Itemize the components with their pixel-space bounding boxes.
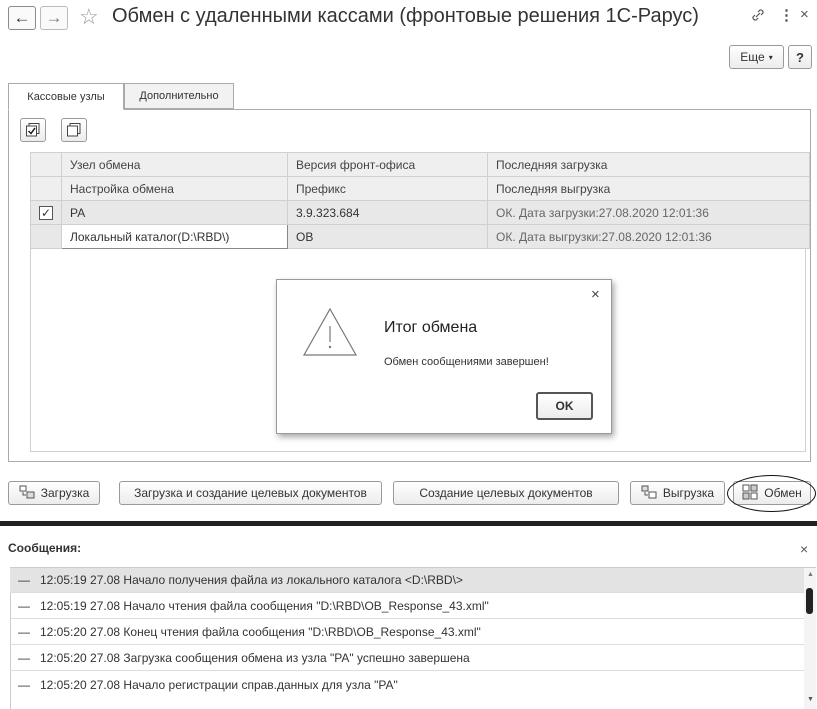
- back-button[interactable]: ←: [8, 6, 36, 30]
- table-header-row: Узел обмена Версия фронт-офиса Последняя…: [30, 152, 810, 177]
- table-row[interactable]: ✓ РА 3.9.323.684 ОК. Дата загрузки:27.08…: [30, 200, 810, 225]
- panel-divider[interactable]: [0, 521, 817, 526]
- message-item[interactable]: — 12:05:20 27.08 Начало регистрации справ…: [10, 672, 804, 697]
- tab-label: Кассовые узлы: [27, 90, 105, 103]
- message-text: 12:05:20 27.08 Конец чтения файла сообще…: [40, 625, 481, 639]
- node-setting-cell[interactable]: Локальный каталог(D:\RBD\): [61, 224, 288, 249]
- tab-label: Дополнительно: [139, 90, 219, 102]
- header-cell[interactable]: Префикс: [287, 176, 488, 201]
- message-text: 12:05:19 27.08 Начало чтения файла сообщ…: [40, 599, 489, 613]
- load-and-create-button[interactable]: Загрузка и создание целевых документов: [119, 481, 382, 505]
- unload-label: Выгрузка: [662, 486, 715, 500]
- check-all-icon: [26, 123, 40, 137]
- header-cell[interactable]: Версия фронт-офиса: [287, 152, 488, 177]
- row-checkbox-cell[interactable]: ✓: [30, 200, 62, 225]
- favorite-star-icon[interactable]: ☆: [79, 4, 99, 30]
- help-label: ?: [796, 49, 804, 65]
- load-button[interactable]: Загрузка: [8, 481, 100, 505]
- load-label: Загрузка: [40, 486, 90, 500]
- warning-icon: [301, 306, 359, 361]
- forward-button[interactable]: →: [40, 6, 68, 30]
- row-empty-cell: [30, 224, 62, 249]
- version-cell[interactable]: 3.9.323.684: [287, 200, 488, 225]
- window-title: Обмен с удаленными кассами (фронтовые ре…: [112, 5, 699, 27]
- status-cell[interactable]: ОК. Дата загрузки:27.08.2020 12:01:36: [487, 200, 810, 225]
- message-item[interactable]: — 12:05:19 27.08 Начало получения файла и…: [10, 568, 804, 593]
- create-documents-button[interactable]: Создание целевых документов: [393, 481, 619, 505]
- more-label: Еще: [740, 50, 765, 64]
- dialog-close-icon[interactable]: ×: [591, 286, 600, 303]
- header-cell[interactable]: Настройка обмена: [61, 176, 288, 201]
- unload-icon: [641, 485, 657, 502]
- check-all-button[interactable]: [20, 118, 46, 142]
- message-text: 12:05:20 27.08 Начало регистрации справ.…: [40, 677, 398, 692]
- window-close-icon[interactable]: ×: [800, 6, 809, 23]
- dialog-title: Итог обмена: [384, 319, 478, 336]
- dash-icon: —: [18, 625, 30, 639]
- dash-icon: —: [18, 677, 30, 692]
- node-cell[interactable]: РА: [61, 200, 288, 225]
- uncheck-all-icon: [67, 123, 81, 137]
- header-cell[interactable]: Последняя выгрузка: [487, 176, 810, 201]
- message-item[interactable]: — 12:05:20 27.08 Загрузка сообщения обмен…: [10, 646, 804, 671]
- message-text: 12:05:20 27.08 Загрузка сообщения обмена…: [40, 651, 470, 665]
- row-checkbox[interactable]: ✓: [39, 205, 53, 220]
- nodes-table: Узел обмена Версия фронт-офиса Последняя…: [30, 152, 810, 249]
- table-header-row: Настройка обмена Префикс Последняя выгру…: [30, 176, 810, 201]
- create-label: Создание целевых документов: [419, 486, 593, 500]
- header-cell: [30, 152, 62, 177]
- main-window: ← → ☆ Обмен с удаленными кассами (фронто…: [0, 0, 817, 709]
- highlight-ellipse: [727, 475, 816, 512]
- header-cell[interactable]: Последняя загрузка: [487, 152, 810, 177]
- help-button[interactable]: ?: [788, 45, 812, 69]
- tab-additional[interactable]: Дополнительно: [124, 83, 234, 109]
- more-button[interactable]: Еще ▾: [729, 45, 784, 69]
- table-row[interactable]: Локальный каталог(D:\RBD\) ОВ ОК. Дата в…: [30, 224, 810, 249]
- dash-icon: —: [18, 651, 30, 665]
- prefix-cell[interactable]: ОВ: [287, 224, 488, 249]
- unload-button[interactable]: Выгрузка: [630, 481, 725, 505]
- message-text: 12:05:19 27.08 Начало получения файла из…: [40, 573, 463, 587]
- chevron-down-icon: ▾: [768, 52, 773, 62]
- dash-icon: —: [18, 573, 30, 587]
- menu-dots-icon[interactable]: ⋮: [779, 6, 794, 24]
- message-item[interactable]: — 12:05:20 27.08 Конец чтения файла сообщ…: [10, 620, 804, 645]
- dialog-message: Обмен сообщениями завершен!: [384, 356, 549, 368]
- messages-title: Сообщения:: [8, 541, 82, 555]
- status-cell[interactable]: ОК. Дата выгрузки:27.08.2020 12:01:36: [487, 224, 810, 249]
- dash-icon: —: [18, 599, 30, 613]
- ok-button[interactable]: OK: [536, 392, 593, 420]
- messages-close-icon[interactable]: ×: [800, 541, 808, 557]
- uncheck-all-button[interactable]: [61, 118, 87, 142]
- load-icon: [19, 485, 35, 502]
- ok-label: OK: [555, 399, 574, 413]
- tab-cash-nodes[interactable]: Кассовые узлы: [8, 83, 124, 110]
- header-cell[interactable]: Узел обмена: [61, 152, 288, 177]
- arrow-right-icon: →: [45, 8, 63, 27]
- scroll-up-icon[interactable]: ▲: [807, 571, 814, 578]
- arrow-left-icon: ←: [13, 8, 31, 27]
- link-icon[interactable]: [750, 7, 766, 28]
- header-cell: [30, 176, 62, 201]
- exchange-result-dialog: × Итог обмена Обмен сообщениями завершен…: [276, 279, 612, 434]
- scroll-down-icon[interactable]: ▼: [807, 696, 814, 703]
- load-create-label: Загрузка и создание целевых документов: [134, 486, 367, 500]
- scrollbar-thumb[interactable]: [806, 588, 813, 614]
- message-item[interactable]: — 12:05:19 27.08 Начало чтения файла сооб…: [10, 594, 804, 619]
